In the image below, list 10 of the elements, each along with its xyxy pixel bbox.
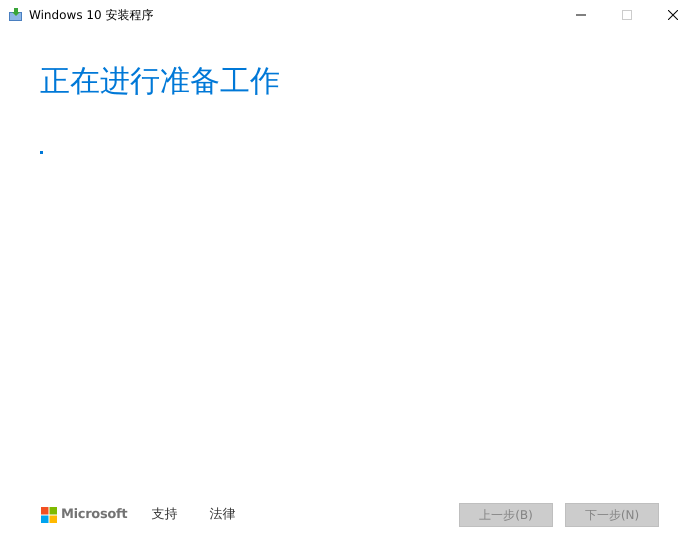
page-heading: 正在进行准备工作 xyxy=(40,64,281,100)
maximize-icon xyxy=(622,10,632,20)
brand-name: Microsoft xyxy=(61,506,128,524)
footer-link[interactable]: 支持 xyxy=(151,505,178,525)
footer-link[interactable]: 法律 xyxy=(209,505,236,525)
microsoft-logo-icon xyxy=(41,507,57,523)
setup-icon xyxy=(9,8,23,22)
window-title: Windows 10 安装程序 xyxy=(29,7,154,24)
progress-dots-icon xyxy=(40,151,43,154)
close-icon xyxy=(668,10,678,20)
